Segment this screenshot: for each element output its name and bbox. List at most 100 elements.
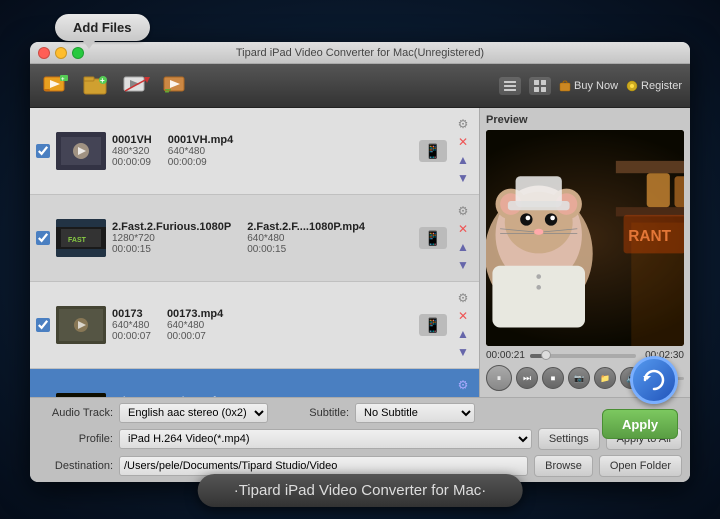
device-btn-0[interactable]: 📱	[419, 140, 447, 162]
file-output-name-2: 00173.mp4	[167, 308, 223, 320]
file-side-btns-0: ⚙ ✕ ▲ ▼	[453, 114, 473, 188]
remove-btn-1[interactable]: ✕	[455, 221, 471, 237]
register-label: Register	[641, 80, 682, 92]
file-checkbox-2[interactable]	[36, 318, 50, 332]
audio-track-row: Audio Track: English aac stereo (0x2) Su…	[38, 403, 682, 423]
file-item: 00173 640*480 00:00:07 00173.mp4 640*480…	[30, 282, 479, 369]
gear-btn-2[interactable]: ⚙	[455, 290, 471, 306]
close-button[interactable]	[38, 47, 50, 59]
settings-button[interactable]: Settings	[538, 428, 600, 450]
profile-row: Profile: iPad H.264 Video(*.mp4) Setting…	[38, 428, 682, 450]
forward-button[interactable]: ⏭	[516, 367, 538, 389]
add-video-icon[interactable]: +	[38, 69, 74, 103]
time-current: 00:00:21	[486, 350, 526, 361]
preview-label: Preview	[486, 114, 684, 126]
file-info-1: 2.Fast.2.Furious.1080P 1280*720 00:00:15…	[112, 221, 413, 255]
convert-button[interactable]	[630, 356, 678, 404]
file-output-name-0: 0001VH.mp4	[168, 134, 233, 146]
file-thumbnail-0	[56, 132, 106, 170]
destination-input[interactable]	[119, 456, 528, 476]
open-folder-button[interactable]: Open Folder	[599, 455, 682, 477]
file-checkbox-1[interactable]	[36, 231, 50, 245]
time-slider[interactable]	[530, 354, 636, 358]
screenshot-button[interactable]: 📷	[568, 367, 590, 389]
toolbar-right: Buy Now Register	[499, 77, 682, 95]
preview-video: RANT	[486, 130, 684, 346]
grid-view-button[interactable]	[529, 77, 551, 95]
file-checkbox-0[interactable]	[36, 144, 50, 158]
preview-scene: RANT	[486, 130, 684, 346]
audio-track-label: Audio Track:	[38, 407, 113, 419]
file-resolution-1: 1280*720	[112, 233, 231, 244]
up-btn-1[interactable]: ▲	[455, 239, 471, 255]
remove-btn-0[interactable]: ✕	[455, 134, 471, 150]
file-item: FAST 2.Fast.2.Furious.1080P 1280*720 00:…	[30, 195, 479, 282]
register-button[interactable]: Register	[626, 80, 682, 92]
add-files-button[interactable]: Add Files	[55, 14, 150, 41]
file-side-btns-2: ⚙ ✕ ▲ ▼	[453, 288, 473, 362]
main-window: Tipard iPad Video Converter for Mac(Unre…	[30, 42, 690, 482]
gear-btn-3[interactable]: ⚙	[455, 377, 471, 393]
svg-text:+: +	[61, 77, 65, 83]
minimize-button[interactable]	[55, 47, 67, 59]
pause-button[interactable]: ⏸	[486, 365, 512, 391]
file-info-2: 00173 640*480 00:00:07 00173.mp4 640*480…	[112, 308, 413, 342]
file-output-dur-1: 00:00:15	[247, 244, 365, 255]
toolbar: + +	[30, 64, 690, 108]
subtitle-select[interactable]: No Subtitle	[355, 403, 475, 423]
file-thumbnail-1: FAST	[56, 219, 106, 257]
time-slider-thumb	[541, 350, 551, 360]
up-btn-2[interactable]: ▲	[455, 326, 471, 342]
profile-select[interactable]: iPad H.264 Video(*.mp4)	[119, 429, 532, 449]
file-resolution-0: 480*320	[112, 146, 152, 157]
file-output-res-2: 640*480	[167, 320, 223, 331]
folder-button[interactable]: 📁	[594, 367, 616, 389]
file-thumbnail-2	[56, 306, 106, 344]
file-name-0: 0001VH	[112, 134, 152, 146]
file-list: 0001VH 480*320 00:00:09 0001VH.mp4 640*4…	[30, 108, 480, 397]
file-item: 0001VH 480*320 00:00:09 0001VH.mp4 640*4…	[30, 108, 479, 195]
file-name-1: 2.Fast.2.Furious.1080P	[112, 221, 231, 233]
svg-text:+: +	[100, 76, 105, 85]
down-btn-0[interactable]: ▼	[455, 170, 471, 186]
preview-panel: Preview	[480, 108, 690, 397]
down-btn-2[interactable]: ▼	[455, 344, 471, 360]
gear-btn-0[interactable]: ⚙	[455, 116, 471, 132]
browse-button[interactable]: Browse	[534, 455, 593, 477]
device-btn-1[interactable]: 📱	[419, 227, 447, 249]
file-output-name-1: 2.Fast.2.F....1080P.mp4	[247, 221, 365, 233]
add-folder-icon[interactable]: +	[78, 69, 114, 103]
file-duration-1: 00:00:15	[112, 244, 231, 255]
destination-label: Destination:	[38, 460, 113, 472]
svg-text:RANT: RANT	[628, 228, 671, 245]
gear-btn-1[interactable]: ⚙	[455, 203, 471, 219]
file-output-dur-0: 00:00:09	[168, 157, 233, 168]
content-area: 0001VH 480*320 00:00:09 0001VH.mp4 640*4…	[30, 108, 690, 397]
file-actions-2: 📱	[419, 314, 447, 336]
file-actions-0: 📱	[419, 140, 447, 162]
app-label-bar: ·Tipard iPad Video Converter for Mac·	[198, 474, 523, 507]
trim-icon[interactable]	[118, 69, 154, 103]
file-output-res-0: 640*480	[168, 146, 233, 157]
buy-now-button[interactable]: Buy Now	[559, 80, 618, 92]
file-name-2: 00173	[112, 308, 151, 320]
file-duration-0: 00:00:09	[112, 157, 152, 168]
file-item: ⏸ rats 1280*532 00:02:30 rats.mp4 640*48…	[30, 369, 479, 397]
pause-overlay: ⏸	[56, 393, 106, 397]
file-actions-1: 📱	[419, 227, 447, 249]
file-output-res-1: 640*480	[247, 233, 365, 244]
subtitle-label: Subtitle:	[274, 407, 349, 419]
device-btn-2[interactable]: 📱	[419, 314, 447, 336]
title-bar: Tipard iPad Video Converter for Mac(Unre…	[30, 42, 690, 64]
file-side-btns-1: ⚙ ✕ ▲ ▼	[453, 201, 473, 275]
audio-track-select[interactable]: English aac stereo (0x2)	[119, 403, 268, 423]
file-resolution-2: 640*480	[112, 320, 151, 331]
apply-button[interactable]: Apply	[602, 409, 678, 439]
effect-icon[interactable]	[158, 69, 194, 103]
up-btn-0[interactable]: ▲	[455, 152, 471, 168]
remove-btn-2[interactable]: ✕	[455, 308, 471, 324]
stop-button[interactable]: ⏹	[542, 367, 564, 389]
list-view-button[interactable]	[499, 77, 521, 95]
file-info-0: 0001VH 480*320 00:00:09 0001VH.mp4 640*4…	[112, 134, 413, 168]
down-btn-1[interactable]: ▼	[455, 257, 471, 273]
